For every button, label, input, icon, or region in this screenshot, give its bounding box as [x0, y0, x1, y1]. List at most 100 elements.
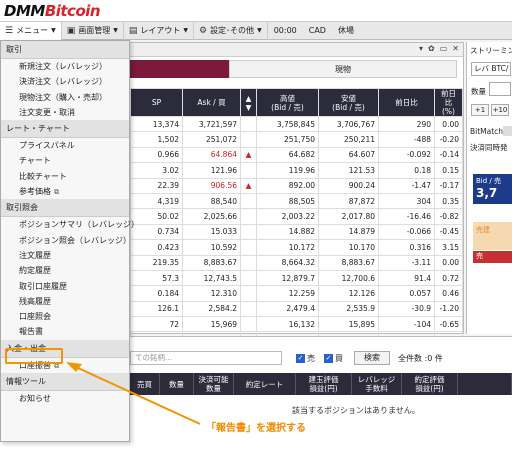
rate-sp: 3.02	[130, 162, 183, 179]
rate-sp: 1,502	[130, 131, 183, 148]
brand-logo: DMMBitcoin	[4, 2, 101, 20]
rate-ask: 121.96	[182, 162, 241, 179]
bid-label: Bid / 売	[476, 177, 501, 185]
rate-change: 91.4	[378, 269, 435, 287]
menu-item-label: 口座照会	[19, 312, 51, 322]
menu-section-header: 取引	[1, 41, 129, 59]
buy-checkbox[interactable]: ✓ 買	[324, 353, 343, 364]
menu-item[interactable]: 注文履歴	[1, 248, 129, 263]
menu-item-label: 参考価格	[19, 187, 51, 197]
rate-sp: 0.423	[130, 239, 183, 256]
rate-tick: ▲	[240, 146, 257, 164]
menu-item[interactable]: ポジションサマリ（レバレッジ）	[1, 217, 139, 232]
rate-row[interactable]: 72 15,969 16,132 15,895 -104 -0.65	[130, 316, 463, 333]
rate-high: 14.882	[256, 223, 319, 241]
streaming-title: ストリーミング	[470, 46, 512, 55]
menu-item[interactable]: 新規注文（レバレッジ）	[1, 59, 129, 74]
rate-high: 12,879.7	[256, 269, 319, 287]
menu-item[interactable]: 決済注文（レバレッジ）	[1, 74, 129, 89]
rate-row[interactable]: 219.35 8,883.67 8,664.32 8,883.67 -3.11 0.00	[130, 254, 463, 271]
rate-change: -3.11	[378, 254, 435, 271]
menu-item[interactable]: 報告書	[1, 324, 129, 339]
plus1-button[interactable]: +1	[471, 104, 489, 116]
rate-change: -16.46	[378, 208, 435, 225]
rate-low: 8,883.67	[318, 254, 379, 271]
rate-row[interactable]: 50.02 2,025.66 2,003.22 2,017.80 -16.46 -0.82	[130, 208, 463, 225]
qty-label: 数量	[471, 87, 486, 96]
maximize-icon[interactable]: ▭	[440, 44, 448, 53]
menu-button[interactable]: ☰ メニュー ▼	[0, 21, 62, 40]
menu-item[interactable]: チャート	[1, 153, 129, 168]
sell-button[interactable]: 売	[473, 251, 512, 263]
rate-ask: 88,540	[182, 192, 241, 210]
rate-change-pct: 0.00	[434, 254, 463, 271]
pin-icon[interactable]: ▾	[419, 44, 423, 53]
bid-button[interactable]: Bid / 売 3,7	[473, 174, 512, 204]
menu-item-label: 約定履歴	[19, 266, 51, 276]
rate-sp: 72	[130, 316, 183, 333]
ask-button[interactable]: 売建	[473, 222, 512, 250]
rate-row[interactable]: 57.3 12,743.5 12,879.7 12,700.6 91.4 0.72	[130, 269, 463, 287]
rate-sp: 219.35	[130, 254, 183, 271]
rate-row[interactable]: 0.423 10.592 10.172 10.170 0.316 3.15	[130, 239, 463, 256]
col-fee: レバレッジ 手数料	[352, 373, 402, 395]
layout-icon: ▤	[128, 25, 138, 36]
annotation-text: 「報告書」を選択する	[206, 423, 306, 434]
rate-high: 892.00	[256, 177, 319, 194]
menu-button-label: メニュー	[16, 26, 49, 35]
menu-item[interactable]: 現物注文（購入・売却）	[1, 90, 129, 105]
rate-row[interactable]: 22.39 906.56 ▲ 892.00 900.24 -1.47 -0.17	[130, 177, 463, 194]
settings-button[interactable]: ⚙ 設定･その他 ▼	[194, 21, 268, 40]
menu-item[interactable]: 口座照会	[1, 309, 129, 324]
plus10-button[interactable]: +10	[491, 104, 509, 116]
menu-item[interactable]: 比較チャート	[1, 169, 129, 184]
menu-item[interactable]: プライスパネル	[1, 138, 129, 153]
rate-change-pct: -0.14	[434, 146, 463, 164]
col-eval: 建玉評価 損益(円)	[296, 373, 352, 395]
top-bar: DMMBitcoin	[0, 0, 512, 22]
screen-manage-button[interactable]: ▣ 画面管理 ▼	[62, 21, 124, 40]
rate-sp: 126.1	[130, 300, 183, 318]
menu-item[interactable]: お知らせ	[1, 391, 129, 406]
rate-sp: 57.3	[130, 269, 183, 287]
rate-row[interactable]: 0.184 12.310 12.259 12.126 0.057 0.46	[130, 285, 463, 302]
menu-item[interactable]: 参考価格 ⧉	[1, 184, 129, 199]
pair-select[interactable]: レバ BTC/	[471, 62, 511, 76]
qty-input[interactable]	[489, 82, 511, 96]
tab-spot[interactable]: 現物	[229, 60, 457, 78]
menu-section-header: 情報ツール	[1, 373, 129, 392]
rate-row[interactable]: 1,502 251,072 251,750 250,211 -488 -0.20	[130, 131, 463, 148]
rate-high: 16,132	[256, 316, 319, 333]
layout-button[interactable]: ▤ レイアウト ▼	[124, 21, 194, 40]
rate-low: 10.170	[318, 239, 379, 256]
bitmatch-toggle[interactable]	[503, 126, 512, 136]
symbol-filter[interactable]: ての銘柄...	[130, 351, 282, 365]
rate-sp: 13,374	[130, 115, 183, 133]
rate-change: -104	[378, 316, 435, 333]
search-button[interactable]: 検索	[354, 351, 390, 365]
rate-change: 0.057	[378, 285, 435, 302]
close-icon[interactable]: ✕	[452, 44, 459, 53]
rate-high: 88,505	[256, 192, 319, 210]
rate-row[interactable]: 4,319 88,540 88,505 87,872 304 0.35	[130, 192, 463, 210]
menu-item-label: 報告書	[19, 327, 43, 337]
menu-item[interactable]: 残高履歴	[1, 294, 129, 309]
rate-low: 121.53	[318, 162, 379, 179]
rate-row[interactable]: 0.734 15.033 14.882 14.879 -0.066 -0.45	[130, 223, 463, 241]
settings-icon[interactable]: ✿	[428, 44, 435, 53]
menu-item[interactable]: 注文変更・取消	[1, 105, 129, 120]
rate-ask: 2,025.66	[182, 208, 241, 225]
col-sort[interactable]: ▲ ▼	[240, 88, 257, 117]
menu-item[interactable]: 取引口座履歴	[1, 279, 129, 294]
col-extra	[458, 373, 512, 395]
rate-row[interactable]: 126.1 2,584.2 2,479.4 2,535.9 -30.9 -1.20	[130, 300, 463, 318]
menu-item[interactable]: 約定履歴	[1, 263, 129, 278]
menu-item[interactable]: ポジション照会（レバレッジ）	[1, 233, 131, 248]
rate-low: 14.879	[318, 223, 379, 241]
rate-low: 900.24	[318, 177, 379, 194]
rate-row[interactable]: 3.02 121.96 119.96 121.53 0.18 0.15	[130, 162, 463, 179]
rate-change-pct: -0.82	[434, 208, 463, 225]
rate-row[interactable]: 13,374 3,721,597 3,758,845 3,706,767 290 0.00	[130, 115, 463, 133]
sell-checkbox[interactable]: ✓ 売	[296, 353, 315, 364]
rate-row[interactable]: 0.966 64.864 ▲ 64.682 64.607 -0.092 -0.14	[130, 146, 463, 164]
